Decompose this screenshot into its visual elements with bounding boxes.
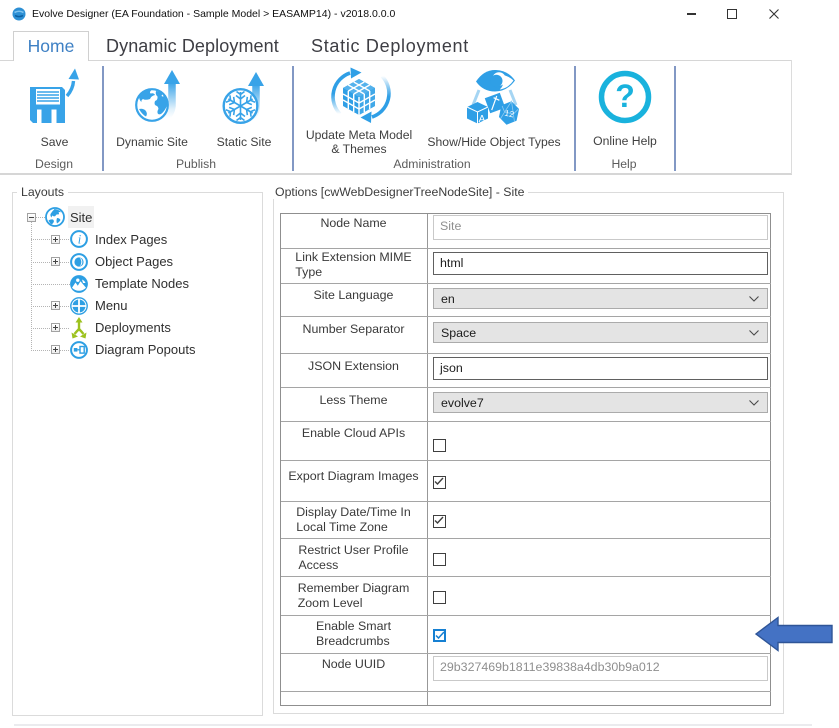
svg-text:?: ?	[615, 78, 635, 114]
svg-text:i: i	[78, 233, 82, 247]
svg-text:A: A	[479, 114, 486, 125]
